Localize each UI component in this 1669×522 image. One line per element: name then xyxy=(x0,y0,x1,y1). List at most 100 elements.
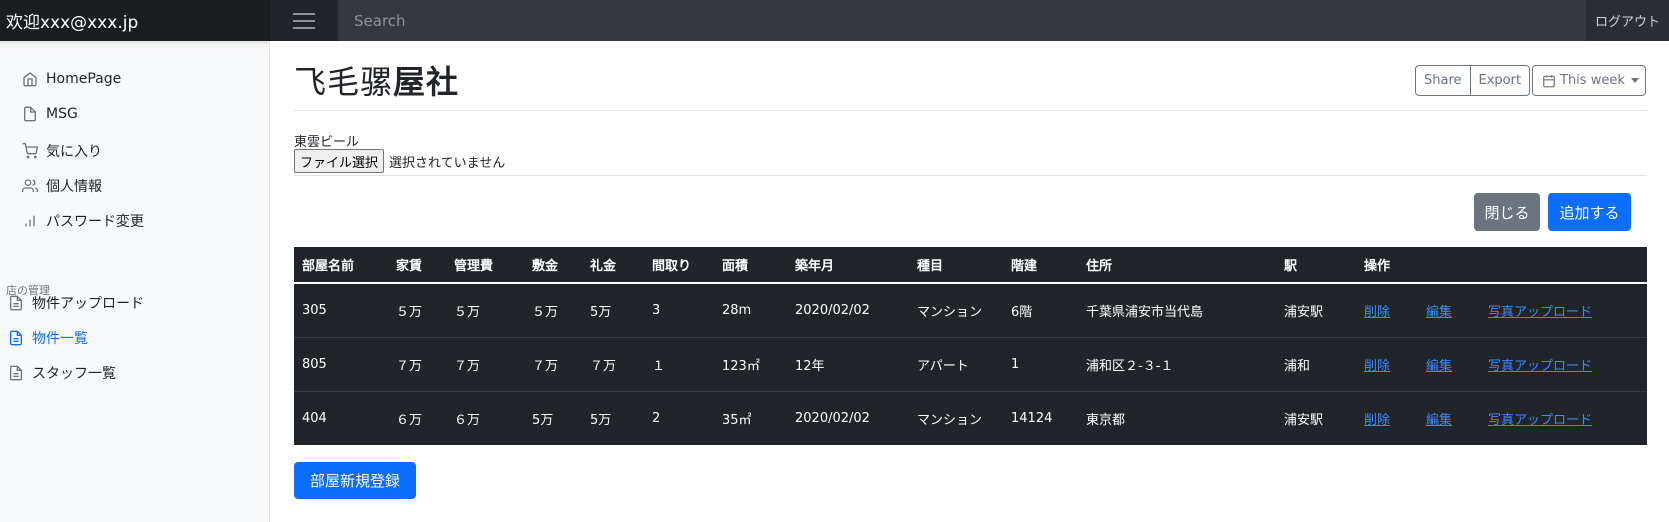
table-cell: ７万 xyxy=(446,337,524,392)
sidebar-item-property-list[interactable]: 物件一覧 xyxy=(8,328,88,348)
home-icon xyxy=(23,72,37,87)
table-cell: 2020/02/02 xyxy=(787,283,909,338)
table-cell: 3 xyxy=(644,283,714,338)
photo-upload-link[interactable]: 写真アップロード xyxy=(1488,305,1592,320)
sidebar-item-favorites[interactable]: 気に入り xyxy=(22,141,102,161)
sidebar-item-staff-list[interactable]: スタッフ一覧 xyxy=(8,363,116,383)
edit-link[interactable]: 編集 xyxy=(1426,305,1452,320)
column-header: 種目 xyxy=(909,247,1003,284)
search-input[interactable] xyxy=(338,0,1586,41)
page-title-prefix: 飞毛骡 xyxy=(294,63,394,101)
table-cell: １ xyxy=(644,337,714,392)
main-content: 飞毛骡屋社 Share Export This week 東雲ビール ファイル選… xyxy=(294,41,1647,522)
this-week-label: This week xyxy=(1560,73,1625,88)
table-cell: ６万 xyxy=(454,412,481,428)
photo-upload-link[interactable]: 写真アップロード xyxy=(1488,359,1592,374)
column-header: 敷金 xyxy=(524,247,582,284)
file-icon xyxy=(24,106,36,122)
page-title-bold: 屋社 xyxy=(393,63,460,101)
divider xyxy=(294,175,1647,176)
sidebar-item-msg[interactable]: MSG xyxy=(22,106,78,122)
file-select-button[interactable]: ファイル選択 xyxy=(294,149,385,173)
sidebar-item-personal-info[interactable]: 個人情報 xyxy=(22,176,102,196)
table-cell: 1 xyxy=(1003,337,1078,392)
cart-icon xyxy=(22,143,38,159)
property-table: 部屋名前 家賃 管理費 敷金 礼金 間取り 面積 築年月 種目 階建 住所 駅 … xyxy=(294,247,1647,445)
share-export-button-group: Share Export xyxy=(1415,65,1531,96)
table-cell: 305 xyxy=(294,283,388,338)
logout-link[interactable]: ログアウト xyxy=(1586,0,1669,41)
column-header: 階建 xyxy=(1003,247,1078,284)
sidebar-item-label: HomePage xyxy=(46,71,122,87)
column-header xyxy=(1480,247,1647,284)
table-cell: 2 xyxy=(652,410,661,426)
table-cell: 5万 xyxy=(582,283,644,338)
table-cell: 5万 xyxy=(590,412,612,428)
table-cell: マンション xyxy=(917,412,983,428)
file-status-text: 選択されていません xyxy=(389,155,506,171)
table-cell: 2020/02/02 xyxy=(795,410,870,426)
export-button[interactable]: Export xyxy=(1470,65,1531,96)
column-header: 駅 xyxy=(1276,247,1356,284)
sidebar-item-label: スタッフ一覧 xyxy=(32,366,116,382)
table-cell: 千葉県浦安市当代島 xyxy=(1078,283,1276,338)
top-navbar: 欢迎xxx@xxx.jp ログアウト xyxy=(0,0,1669,41)
add-button[interactable]: 追加する xyxy=(1548,193,1631,231)
file-text-icon xyxy=(10,365,22,381)
table-cell: 浦安駅 xyxy=(1284,412,1324,428)
table-cell: マンション xyxy=(909,283,1003,338)
page-title: 飞毛骡屋社 xyxy=(294,57,459,103)
table-cell: 805 xyxy=(294,337,388,392)
table-row: 305 ５万 ５万 ５万 5万 3 28m 2020/02/02 マンション 6… xyxy=(294,283,1647,338)
photo-upload-link[interactable]: 写真アップロード xyxy=(1488,413,1592,428)
column-header: 築年月 xyxy=(787,247,909,284)
sidebar-item-label: パスワード変更 xyxy=(46,214,144,230)
edit-link[interactable]: 編集 xyxy=(1426,413,1452,428)
close-button[interactable]: 閉じる xyxy=(1474,193,1540,231)
sidebar-item-label: 気に入り xyxy=(46,144,102,160)
sidebar-item-label: 物件一覧 xyxy=(32,331,88,347)
column-header: 間取り xyxy=(644,247,714,284)
table-cell: 浦和区２‐３‐１ xyxy=(1078,337,1276,392)
edit-link[interactable]: 編集 xyxy=(1426,359,1452,374)
hamburger-menu-icon[interactable] xyxy=(270,0,338,41)
table-cell: 123㎡ xyxy=(714,337,787,392)
table-cell: ５万 xyxy=(446,283,524,338)
calendar-icon xyxy=(1543,74,1555,87)
divider xyxy=(294,110,1647,111)
sidebar-item-label: 個人情報 xyxy=(46,179,102,195)
file-text-icon xyxy=(10,295,22,311)
table-cell: 35㎡ xyxy=(722,412,752,428)
table-row: 805 ７万 ７万 ７万 ７万 １ 123㎡ 12年 アパート 1 浦和区２‐３… xyxy=(294,337,1647,392)
column-header: 部屋名前 xyxy=(294,247,388,284)
column-header: 面積 xyxy=(714,247,787,284)
sidebar-item-homepage[interactable]: HomePage xyxy=(22,71,121,87)
table-cell: 東京都 xyxy=(1086,412,1126,428)
delete-link[interactable]: 削除 xyxy=(1364,413,1390,428)
column-header: 家賃 xyxy=(388,247,446,284)
table-cell: ５万 xyxy=(524,283,582,338)
share-button[interactable]: Share xyxy=(1415,65,1471,96)
table-cell: ５万 xyxy=(388,283,446,338)
delete-link[interactable]: 削除 xyxy=(1364,359,1390,374)
users-icon xyxy=(22,179,38,192)
table-cell: 404 xyxy=(302,410,327,426)
table-cell: 浦安駅 xyxy=(1276,283,1356,338)
column-header xyxy=(1418,247,1480,284)
file-input: ファイル選択 選択されていません xyxy=(294,149,505,173)
table-cell: 14124 xyxy=(1011,410,1053,426)
column-header: 住所 xyxy=(1078,247,1276,284)
this-week-dropdown[interactable]: This week xyxy=(1532,65,1646,96)
delete-link[interactable]: 削除 xyxy=(1364,305,1390,320)
sidebar: HomePage MSG 気に入り 個人情報 パスワード変更 店の管理 物件アッ… xyxy=(0,41,270,522)
bar-chart-icon xyxy=(25,215,35,227)
table-cell: アパート xyxy=(909,337,1003,392)
sidebar-item-password-change[interactable]: パスワード変更 xyxy=(22,211,144,231)
column-header: 管理費 xyxy=(446,247,524,284)
sidebar-item-label: 物件アップロード xyxy=(32,296,144,312)
brand-welcome[interactable]: 欢迎xxx@xxx.jp xyxy=(0,0,270,41)
table-cell: ６万 xyxy=(396,412,423,428)
register-room-button[interactable]: 部屋新規登録 xyxy=(294,462,416,499)
table-header-row: 部屋名前 家賃 管理費 敷金 礼金 間取り 面積 築年月 種目 階建 住所 駅 … xyxy=(294,247,1647,284)
sidebar-item-property-upload[interactable]: 物件アップロード xyxy=(8,293,144,313)
